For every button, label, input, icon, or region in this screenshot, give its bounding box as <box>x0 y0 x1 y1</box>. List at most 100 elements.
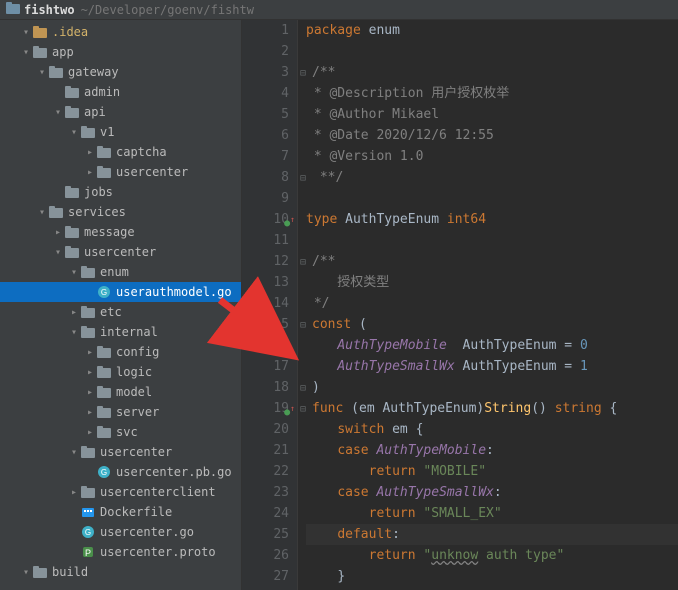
code-line[interactable] <box>306 188 678 209</box>
expand-arrow-icon[interactable] <box>84 147 96 158</box>
expand-arrow-icon[interactable] <box>36 67 48 78</box>
folder-icon <box>48 66 64 78</box>
expand-arrow-icon[interactable] <box>20 27 32 38</box>
expand-arrow-icon[interactable] <box>84 367 96 378</box>
line-number: 4 <box>242 83 289 104</box>
fold-icon[interactable]: ⊟ <box>300 404 306 415</box>
code-editor[interactable]: 12345678910●↑111213141516171819●↑2021222… <box>242 20 678 590</box>
tree-item[interactable]: Gusercenter.pb.go <box>0 462 241 482</box>
tree-item[interactable]: captcha <box>0 142 241 162</box>
tree-item[interactable]: admin <box>0 82 241 102</box>
code-line[interactable]: ⊟/** <box>306 62 678 83</box>
line-number: 27 <box>242 566 289 587</box>
code-line[interactable]: */ <box>306 293 678 314</box>
tree-item[interactable]: usercenterclient <box>0 482 241 502</box>
tree-item[interactable]: message <box>0 222 241 242</box>
expand-arrow-icon[interactable] <box>84 427 96 438</box>
code-line[interactable]: } <box>306 566 678 587</box>
line-number: 13 <box>242 272 289 293</box>
line-number: 9 <box>242 188 289 209</box>
tree-item[interactable]: v1 <box>0 122 241 142</box>
tree-item[interactable]: Pusercenter.proto <box>0 542 241 562</box>
folder-icon <box>64 86 80 98</box>
line-number: 11 <box>242 230 289 251</box>
code-line[interactable]: default: <box>306 524 678 545</box>
project-tree[interactable]: .ideaappgatewayadminapiv1captchausercent… <box>0 20 242 590</box>
code-line[interactable]: switch em { <box>306 419 678 440</box>
expand-arrow-icon[interactable] <box>68 307 80 318</box>
code-line[interactable]: AuthTypeMobile AuthTypeEnum = 0 <box>306 335 678 356</box>
code-line[interactable]: case AuthTypeMobile: <box>306 440 678 461</box>
tree-item[interactable]: internal <box>0 322 241 342</box>
tree-item[interactable]: Guserauthmodel.go <box>0 282 241 302</box>
tree-item[interactable]: usercenter <box>0 442 241 462</box>
code-line[interactable]: case AuthTypeSmallWx: <box>306 482 678 503</box>
tree-item[interactable]: server <box>0 402 241 422</box>
fold-icon[interactable]: ⊟ <box>300 383 306 394</box>
expand-arrow-icon[interactable] <box>84 407 96 418</box>
expand-arrow-icon[interactable] <box>68 127 80 138</box>
expand-arrow-icon[interactable] <box>20 567 32 578</box>
code-line[interactable]: type AuthTypeEnum int64 <box>306 209 678 230</box>
fold-icon[interactable]: ⊟ <box>300 320 306 331</box>
tree-item[interactable]: .idea <box>0 22 241 42</box>
tree-item[interactable]: enum <box>0 262 241 282</box>
tree-item[interactable]: Gusercenter.go <box>0 522 241 542</box>
code-area[interactable]: package enum ⊟/** * @Description 用户授权枚举 *… <box>298 20 678 590</box>
code-line[interactable]: ⊟func (em AuthTypeEnum)String() string { <box>306 398 678 419</box>
tree-item[interactable]: usercenter <box>0 242 241 262</box>
tree-item[interactable]: svc <box>0 422 241 442</box>
expand-arrow-icon[interactable] <box>36 207 48 218</box>
tree-item-label: usercenter <box>100 445 172 459</box>
code-line[interactable]: * @Version 1.0 <box>306 146 678 167</box>
code-line[interactable]: ⊟) <box>306 377 678 398</box>
code-line[interactable] <box>306 230 678 251</box>
code-line[interactable]: return "MOBILE" <box>306 461 678 482</box>
code-line[interactable]: ⊟const ( <box>306 314 678 335</box>
expand-arrow-icon[interactable] <box>68 487 80 498</box>
tree-item[interactable]: app <box>0 42 241 62</box>
code-line[interactable]: ⊟ **/ <box>306 167 678 188</box>
code-line[interactable]: AuthTypeSmallWx AuthTypeEnum = 1 <box>306 356 678 377</box>
expand-arrow-icon[interactable] <box>68 267 80 278</box>
folder-icon <box>80 306 96 318</box>
tree-item[interactable]: Dockerfile <box>0 502 241 522</box>
code-line[interactable]: return "SMALL_EX" <box>306 503 678 524</box>
folder-icon <box>32 566 48 578</box>
folder-icon <box>80 486 96 498</box>
folder-icon <box>96 406 112 418</box>
expand-arrow-icon[interactable] <box>20 47 32 58</box>
tree-item[interactable]: jobs <box>0 182 241 202</box>
tree-item[interactable]: services <box>0 202 241 222</box>
code-line[interactable]: 授权类型 <box>306 272 678 293</box>
code-line[interactable]: * @Description 用户授权枚举 <box>306 83 678 104</box>
code-line[interactable]: package enum <box>306 20 678 41</box>
expand-arrow-icon[interactable] <box>84 347 96 358</box>
tree-item[interactable]: api <box>0 102 241 122</box>
line-number: 2 <box>242 41 289 62</box>
code-line[interactable]: * @Author Mikael <box>306 104 678 125</box>
tree-item[interactable]: build <box>0 562 241 582</box>
tree-item[interactable]: gateway <box>0 62 241 82</box>
expand-arrow-icon[interactable] <box>84 167 96 178</box>
fold-icon[interactable]: ⊟ <box>300 257 306 268</box>
fold-icon[interactable]: ⊟ <box>300 68 306 79</box>
expand-arrow-icon[interactable] <box>68 327 80 338</box>
tree-item[interactable]: etc <box>0 302 241 322</box>
expand-arrow-icon[interactable] <box>52 227 64 238</box>
folder-icon <box>80 266 96 278</box>
code-line[interactable]: return "unknow auth type" <box>306 545 678 566</box>
tree-item[interactable]: model <box>0 382 241 402</box>
tree-item[interactable]: config <box>0 342 241 362</box>
code-line[interactable] <box>306 41 678 62</box>
tree-item[interactable]: usercenter <box>0 162 241 182</box>
fold-icon[interactable]: ⊟ <box>300 173 306 184</box>
expand-arrow-icon[interactable] <box>52 107 64 118</box>
expand-arrow-icon[interactable] <box>84 387 96 398</box>
code-line[interactable]: ⊟/** <box>306 251 678 272</box>
code-line[interactable]: * @Date 2020/12/6 12:55 <box>306 125 678 146</box>
tree-item[interactable]: logic <box>0 362 241 382</box>
expand-arrow-icon[interactable] <box>52 247 64 258</box>
folder-icon <box>64 226 80 238</box>
expand-arrow-icon[interactable] <box>68 447 80 458</box>
